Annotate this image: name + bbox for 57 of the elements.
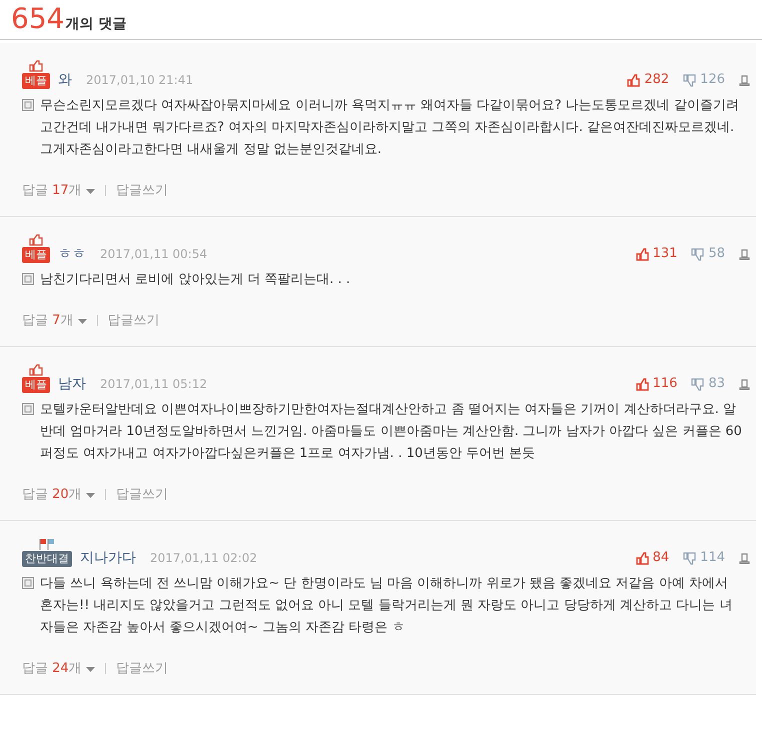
thumbs-up-icon — [636, 248, 649, 260]
author-name[interactable]: 와 — [58, 71, 72, 89]
comment-date: 2017,01,10 21:41 — [86, 72, 194, 89]
write-reply-link[interactable]: 답글쓰기 — [116, 659, 168, 677]
like-button[interactable]: 131 — [636, 245, 678, 263]
write-reply-link[interactable]: 답글쓰기 — [116, 181, 168, 199]
memo-icon — [22, 577, 34, 589]
thumbs-up-icon — [29, 364, 43, 376]
thumbs-down-icon — [683, 552, 696, 564]
thumbs-up-icon — [627, 74, 640, 86]
comment-text: 모텔카운터알반데요 이쁜여자나이쁘장하기만한여자는절대계산안하고 좀 떨어지는 여자들은 기꺼이 계산하더라구요. 알반데 엄마거라 10년정도알바하면서 느낀거임. 아줌마들도 이쁜아줌마는 계산안함. 그니까 남자가 아깝다 싶은 커플은 60퍼정도 여자가내고 여자가아깝다싶은커플은 1프로 여자가냄. . 10년동안 두어번 본듯 — [40, 401, 742, 463]
report-icon[interactable] — [739, 378, 750, 390]
caret-icon — [86, 189, 95, 194]
memo-icon — [22, 273, 34, 285]
badge: 베플 — [22, 247, 50, 263]
dislike-button[interactable]: 126 — [683, 71, 725, 89]
dislike-button[interactable]: 114 — [683, 549, 725, 567]
replies-toggle[interactable]: 답글 7개 — [22, 311, 87, 329]
thumbs-up-icon — [29, 60, 43, 72]
thumbs-down-icon — [691, 378, 704, 390]
comment-date: 2017,01,11 00:54 — [100, 246, 208, 263]
comment-text: 남친기다리면서 로비에 앉아있는게 더 쪽팔리는대. . . — [40, 271, 350, 289]
replies-toggle[interactable]: 답글 20개 — [22, 485, 95, 503]
memo-icon — [22, 99, 34, 111]
heading-label: 개의 댓글 — [65, 15, 126, 33]
dislike-button[interactable]: 58 — [691, 245, 725, 263]
replies-toggle[interactable]: 답글 17개 — [22, 181, 95, 199]
memo-icon — [22, 403, 34, 415]
author-name[interactable]: 남자 — [58, 375, 86, 393]
badge: 베플 — [22, 377, 50, 393]
badge: 베플 — [22, 73, 50, 89]
like-button[interactable]: 282 — [627, 71, 670, 89]
report-icon[interactable] — [739, 552, 750, 564]
comment-count: 654 — [11, 1, 64, 37]
dislike-button[interactable]: 83 — [691, 375, 725, 393]
author-name[interactable]: ㅎㅎ — [58, 245, 86, 263]
thumbs-down-icon — [691, 248, 704, 260]
replies-toggle[interactable]: 답글 24개 — [22, 659, 95, 677]
write-reply-link[interactable]: 답글쓰기 — [108, 311, 160, 329]
thumbs-down-icon — [683, 74, 696, 86]
thumbs-up-icon — [636, 552, 649, 564]
write-reply-link[interactable]: 답글쓰기 — [116, 485, 168, 503]
caret-icon — [78, 319, 87, 324]
report-icon[interactable] — [739, 248, 750, 260]
comment-text: 다들 쓰니 욕하는데 전 쓰니맘 이해가요~ 단 한명이라도 님 마음 이해하니까 위로가 됐음 좋겠네요 저같음 아예 차에서 혼자는!! 내리지도 않았을거고 그런적도 없어요 아니 모텔 들락거리는게 뭔 자랑도 아니고 당당하게 계산하고 다니는 녀자들은 자존감 높아서 좋으시겠어여~ 그놈의 자존감 타령은 ㅎ — [40, 575, 734, 637]
comment-text: 무슨소린지모르겠다 여자싸잡아묶지마세요 이러니까 욕먹지ㅠㅠ 왜여자들 다같이묶어요? 나는도통모르겠네 같이즐기려고간건데 내가내면 뭐가다르죠? 여자의 마지막자존심이라하지말고 그쪽의 자존심이라합시다. 같은여잔데진짜모르겠네. 그게자존심이라고한다면 내새울게 정말 없는분인것같네요. — [40, 97, 740, 159]
author-name[interactable]: 지나가다 — [80, 549, 136, 567]
thumbs-up-icon — [29, 234, 43, 246]
badge: 찬반대결 — [22, 551, 72, 567]
like-button[interactable]: 116 — [636, 375, 678, 393]
report-icon[interactable] — [739, 74, 750, 86]
comment-date: 2017,01,11 05:12 — [100, 376, 208, 393]
like-button[interactable]: 84 — [636, 549, 670, 567]
comment-date: 2017,01,11 02:02 — [150, 550, 258, 567]
caret-icon — [86, 493, 95, 498]
thumbs-up-icon — [636, 378, 649, 390]
caret-icon — [86, 667, 95, 672]
